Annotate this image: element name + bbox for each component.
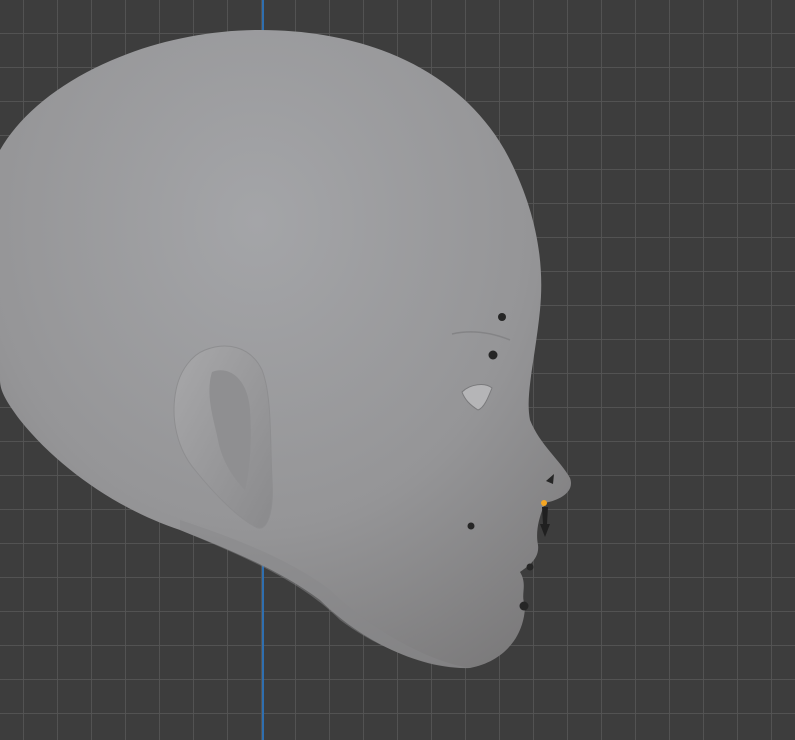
3d-viewport[interactable] [0, 0, 795, 740]
head-mesh-scene[interactable] [0, 0, 795, 740]
bone-marker[interactable] [488, 350, 498, 360]
bone-marker[interactable] [526, 563, 534, 571]
bone-marker[interactable] [519, 601, 529, 611]
selected-bone-head[interactable] [541, 500, 547, 506]
bone-marker[interactable] [498, 313, 506, 321]
bone-marker[interactable] [467, 522, 475, 530]
